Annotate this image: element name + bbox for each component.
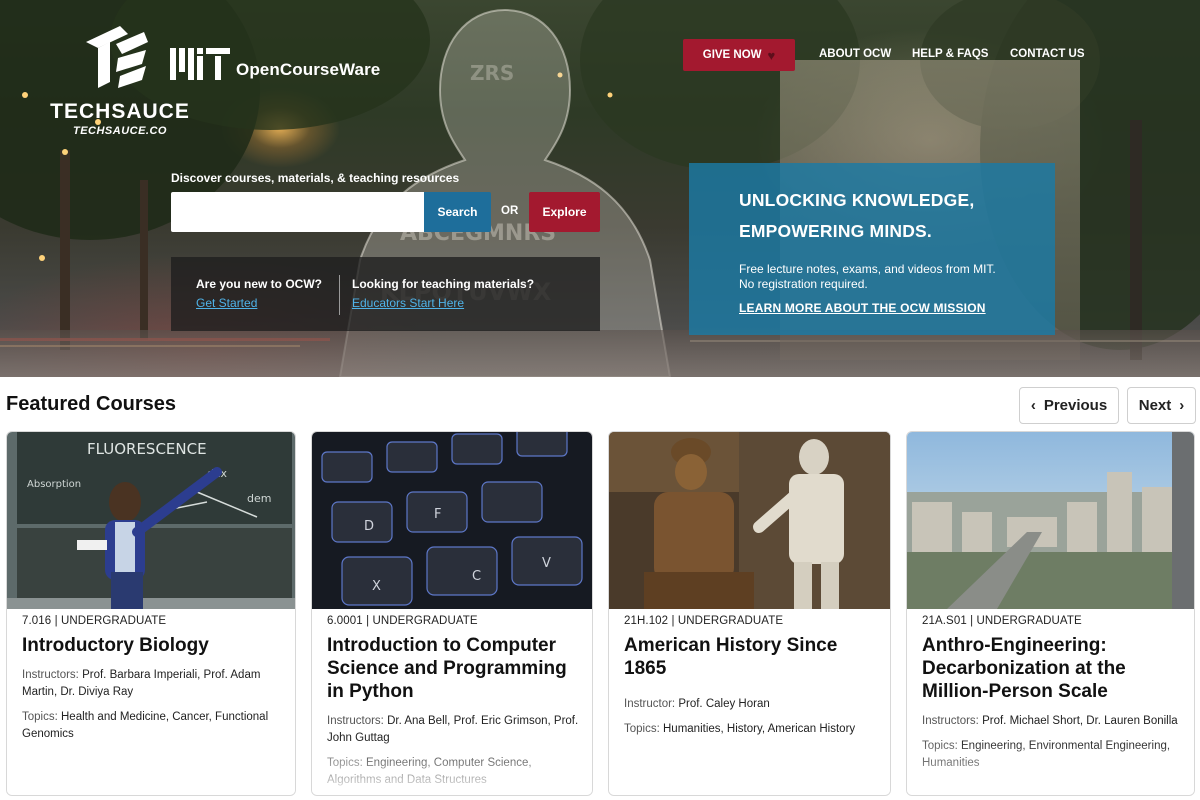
mission-title-line2: EMPOWERING MINDS. [739,221,932,241]
topics-value: Health and Medicine, Cancer, Functional … [22,711,269,740]
mission-desc-line2: No registration required. [739,277,868,291]
course-title[interactable]: Anthro-Engineering: Decarbonization at t… [922,634,1182,703]
mit-logo-mark [170,48,230,80]
chevron-left-icon: ‹ [1030,397,1036,414]
course-code: 6.0001 | UNDERGRADUATE [327,615,478,627]
next-button[interactable]: Next › [1127,387,1196,424]
course-image-city-art [907,432,1194,609]
svg-text:D: D [364,519,374,534]
course-image-biology: FLUORESCENCE Absorption dex dem [7,432,295,609]
svg-text:F: F [434,507,441,522]
topics-label: Topics: [22,711,58,723]
course-title[interactable]: American History Since 1865 [624,634,878,680]
search-input[interactable] [171,192,424,232]
course-topics: Topics: Health and Medicine, Cancer, Fun… [22,709,283,743]
course-image-anthro-engineering [907,432,1194,609]
svg-text:X: X [372,579,381,594]
svg-text:dem: dem [247,492,271,505]
card-body: 7.016 | UNDERGRADUATE Introductory Biolo… [22,615,283,743]
new-user-info-box: Are you new to OCW? Get Started Looking … [171,257,600,331]
course-image-keyboard-art: D F C V X [312,432,592,609]
explore-button[interactable]: Explore [529,192,600,232]
search-label: Discover courses, materials, & teaching … [171,171,460,185]
instructors-value: Prof. Caley Horan [678,698,770,710]
new-user-column: Are you new to OCW? Get Started [196,277,322,310]
nav-contact-us[interactable]: CONTACT US [1010,48,1085,60]
heart-icon: ♥ [767,47,776,63]
instructors-label: Instructor: [624,698,676,710]
course-instructors: Instructors: Dr. Ana Bell, Prof. Eric Gr… [327,713,580,747]
course-instructors: Instructors: Prof. Barbara Imperiali, Pr… [22,667,283,701]
search-button[interactable]: Search [424,192,491,232]
mission-description: Free lecture notes, exams, and videos fr… [739,262,996,292]
course-code: 7.016 | UNDERGRADUATE [22,615,167,627]
next-label: Next [1138,397,1172,414]
card-body: 21A.S01 | UNDERGRADUATE Anthro-Engineeri… [922,615,1182,772]
or-separator: OR [501,205,519,217]
instructors-label: Instructors: [922,715,979,727]
course-card[interactable]: FLUORESCENCE Absorption dex dem 7.016 | … [6,431,296,796]
get-started-link[interactable]: Get Started [196,296,322,310]
educator-column: Looking for teaching materials? Educator… [352,277,534,310]
learn-more-mission-link[interactable]: LEARN MORE ABOUT THE OCW MISSION [739,301,986,315]
course-card[interactable]: 21A.S01 | UNDERGRADUATE Anthro-Engineeri… [906,431,1195,796]
svg-text:ZRS: ZRS [470,61,514,85]
instructors-label: Instructors: [22,669,79,681]
svg-text:Absorption: Absorption [27,479,81,490]
course-topics: Topics: Engineering, Environmental Engin… [922,738,1182,772]
give-now-label: GIVE NOW [702,49,762,61]
techsauce-url: TECHSAUCE.CO [72,125,167,137]
topics-value: Humanities, History, American History [663,723,856,735]
topics-label: Topics: [327,757,363,769]
svg-text:FLUORESCENCE: FLUORESCENCE [87,440,207,458]
card-fade [7,740,295,795]
chevron-right-icon: › [1179,397,1185,414]
course-code: 21H.102 | UNDERGRADUATE [624,615,784,627]
nav-about-ocw[interactable]: ABOUT OCW [819,48,891,60]
topics-label: Topics: [922,740,958,752]
mission-desc-line1: Free lecture notes, exams, and videos fr… [739,262,996,276]
instructors-label: Instructors: [327,715,384,727]
previous-label: Previous [1043,397,1108,414]
mit-ocw-logo[interactable]: OpenCourseWare [170,40,380,80]
mission-title: UNLOCKING KNOWLEDGE, EMPOWERING MINDS. [739,185,974,247]
course-topics: Topics: Humanities, History, American Hi… [624,721,878,738]
previous-button[interactable]: ‹ Previous [1019,387,1119,424]
featured-courses-heading: Featured Courses [6,393,177,415]
course-image-american-history [609,432,890,609]
course-title[interactable]: Introductory Biology [22,634,283,657]
course-card[interactable]: D F C V X 6.0001 | UNDERGRADUATE Introdu… [311,431,593,796]
svg-text:C: C [472,569,481,584]
card-fade [609,740,890,795]
topics-value: Engineering, Environmental Engineering, … [922,740,1171,769]
course-topics: Topics: Engineering, Computer Science, A… [327,755,580,789]
mission-box: UNLOCKING KNOWLEDGE, EMPOWERING MINDS. F… [689,163,1055,335]
educators-start-link[interactable]: Educators Start Here [352,296,534,310]
course-card[interactable]: 21H.102 | UNDERGRADUATE American History… [608,431,891,796]
new-user-question: Are you new to OCW? [196,277,322,291]
give-now-button[interactable]: GIVE NOW ♥ [683,39,795,71]
course-title[interactable]: Introduction to Computer Science and Pro… [327,634,580,703]
street-background [0,330,1200,377]
mission-title-line1: UNLOCKING KNOWLEDGE, [739,190,975,210]
course-image-biology-art: FLUORESCENCE Absorption dex dem [7,432,295,609]
course-image-statues-art [609,432,890,609]
course-image-computer-science: D F C V X [312,432,592,609]
educator-question: Looking for teaching materials? [352,277,535,291]
instructors-value: Prof. Michael Short, Dr. Lauren Bonilla [982,715,1178,727]
course-instructors: Instructor: Prof. Caley Horan [624,696,878,713]
hero-banner: ABCEGMNRS KLPQTUVWX ZRS TECHSAUCE TECHSA… [0,0,1200,377]
card-body: 21H.102 | UNDERGRADUATE American History… [624,615,878,738]
nav-help-faqs[interactable]: HELP & FAQS [912,48,988,60]
techsauce-name: TECHSAUCE [50,100,190,123]
course-code: 21A.S01 | UNDERGRADUATE [922,615,1082,627]
topics-label: Topics: [624,723,660,735]
svg-text:V: V [542,556,551,571]
card-body: 6.0001 | UNDERGRADUATE Introduction to C… [327,615,580,789]
info-divider [339,275,340,315]
course-instructors: Instructors: Prof. Michael Short, Dr. La… [922,713,1182,730]
techsauce-logo-mark [86,26,148,88]
ocw-wordmark: OpenCourseWare [236,60,381,79]
